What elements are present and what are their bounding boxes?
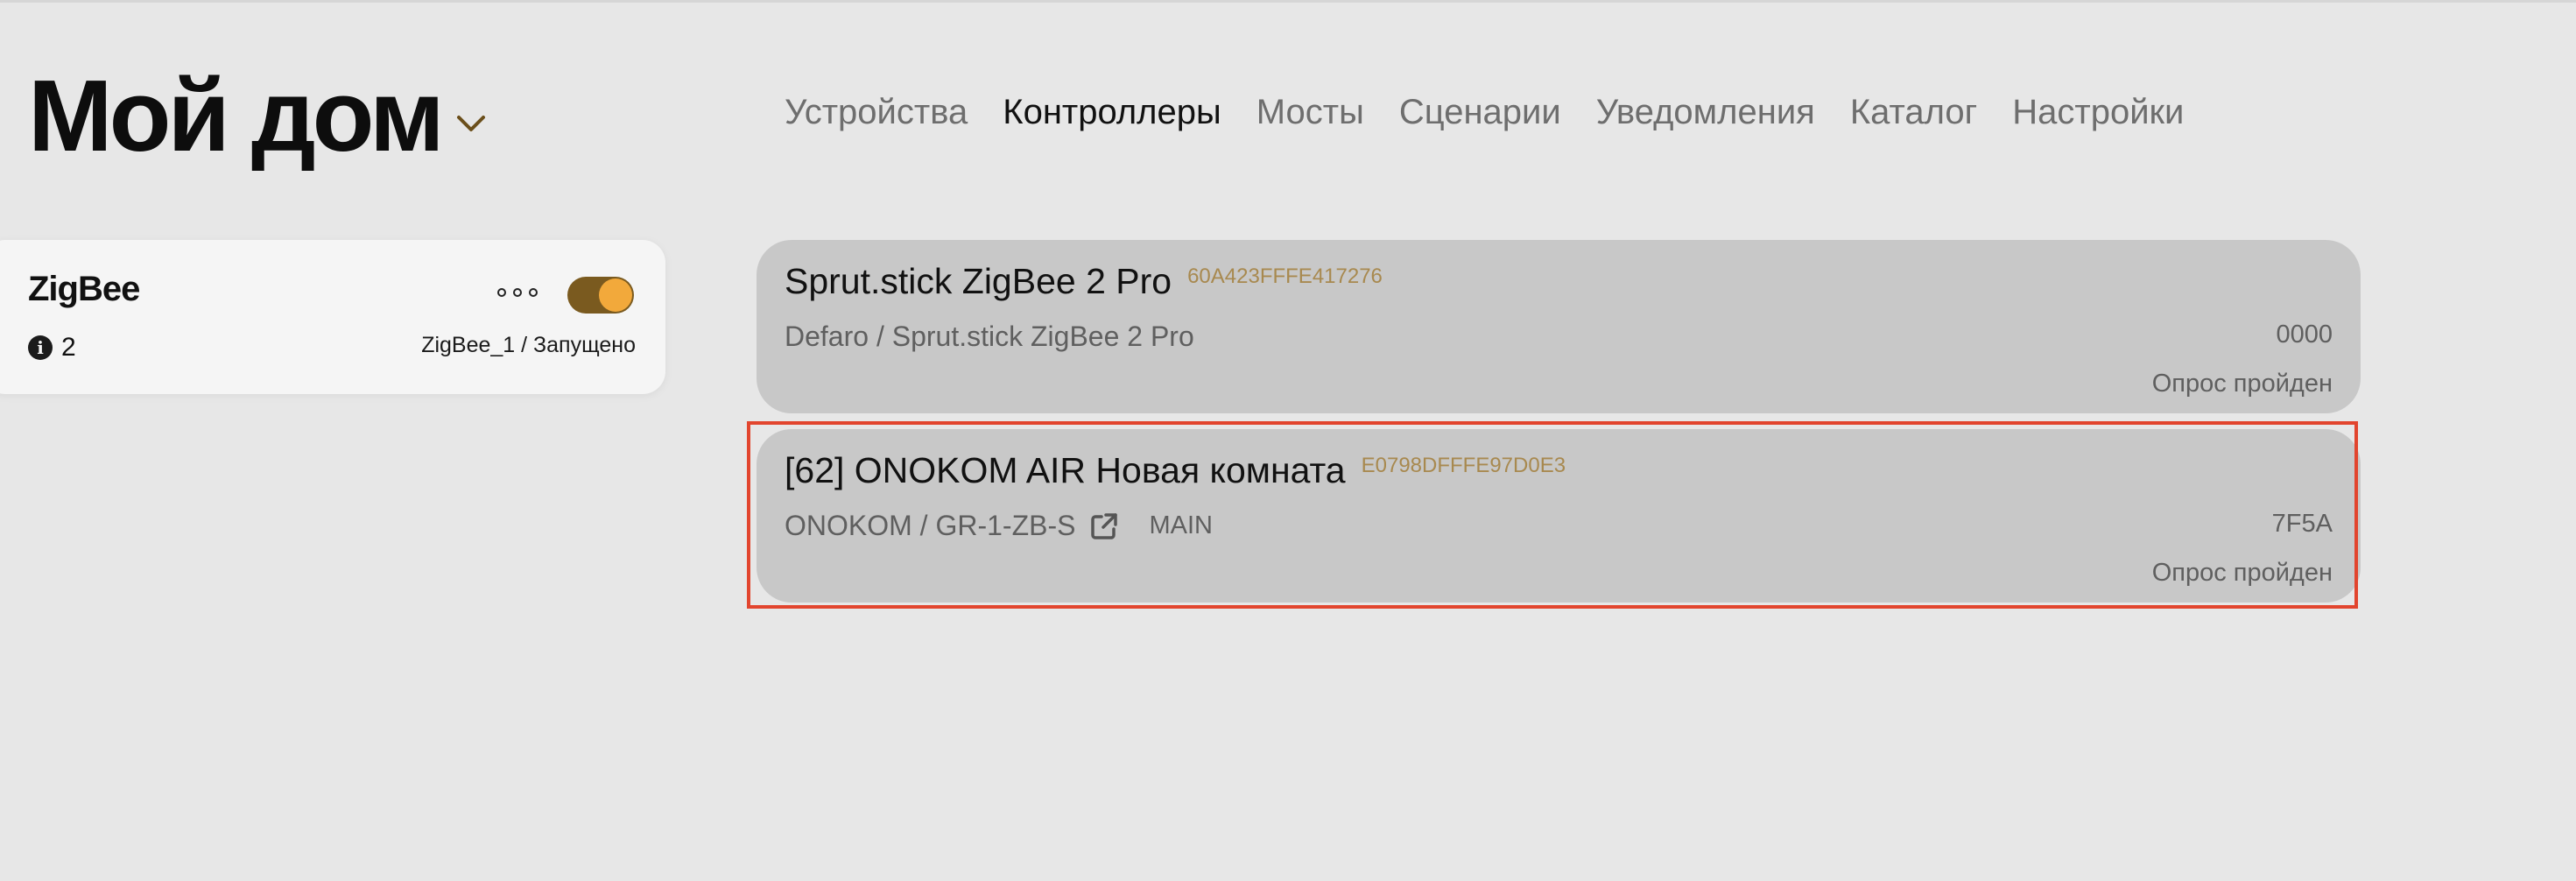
more-options-icon[interactable]: [497, 282, 538, 303]
device-model: ONOKOM / GR-1-ZB-S: [785, 510, 1076, 541]
home-selector[interactable]: Мой дом: [28, 54, 487, 177]
top-divider: [0, 0, 2576, 3]
page: Мой дом Устройства Контроллеры Мосты Сце…: [0, 0, 2576, 881]
toggle-knob: [599, 278, 632, 312]
device-power-source: MAIN: [1149, 511, 1213, 539]
device-ieee: E0798DFFFE97D0E3: [1361, 454, 1566, 477]
home-title: Мой дом: [28, 59, 445, 173]
device-address: 7F5A: [2271, 510, 2333, 538]
device-model-row: ONOKOM / GR-1-ZB-S MAIN: [785, 510, 1213, 542]
device-state: Опрос пройден: [2151, 370, 2333, 398]
device-state: Опрос пройден: [2151, 559, 2333, 587]
device-name: [62] ONOKOM AIR Новая комната: [785, 450, 1346, 490]
device-card[interactable]: Sprut.stick ZigBee 2 Pro 60A423FFFE41727…: [757, 240, 2361, 413]
info-count: 2: [61, 333, 76, 362]
device-name-row: Sprut.stick ZigBee 2 Pro 60A423FFFE41727…: [785, 261, 1383, 302]
device-address: 0000: [2276, 321, 2333, 349]
controller-status: ZigBee_1 / Запущено: [421, 333, 636, 357]
main-nav: Устройства Контроллеры Мосты Сценарии Ув…: [785, 86, 2219, 138]
nav-item-bridges[interactable]: Мосты: [1256, 86, 1364, 138]
external-link-icon[interactable]: [1089, 511, 1119, 541]
controller-enable-toggle[interactable]: [567, 277, 634, 314]
controller-info: i 2: [28, 333, 76, 363]
controller-card[interactable]: ZigBee i 2 ZigBee_1 / Запущено: [0, 240, 665, 394]
nav-item-notifications[interactable]: Уведомления: [1596, 86, 1815, 138]
controller-name: ZigBee: [28, 270, 140, 308]
device-model-row: Defaro / Sprut.stick ZigBee 2 Pro: [785, 321, 1194, 353]
device-model: Defaro / Sprut.stick ZigBee 2 Pro: [785, 321, 1194, 352]
nav-item-controllers[interactable]: Контроллеры: [1003, 86, 1221, 138]
device-card[interactable]: [62] ONOKOM AIR Новая комната E0798DFFFE…: [757, 429, 2361, 603]
chevron-down-icon: [456, 116, 485, 131]
nav-item-scenarios[interactable]: Сценарии: [1399, 86, 1561, 138]
nav-item-settings[interactable]: Настройки: [2012, 86, 2184, 138]
info-icon: i: [28, 335, 53, 360]
device-name: Sprut.stick ZigBee 2 Pro: [785, 261, 1172, 301]
nav-item-catalog[interactable]: Каталог: [1850, 86, 1977, 138]
nav-item-devices[interactable]: Устройства: [785, 86, 968, 138]
device-name-row: [62] ONOKOM AIR Новая комната E0798DFFFE…: [785, 450, 1566, 491]
device-ieee: 60A423FFFE417276: [1187, 264, 1383, 288]
